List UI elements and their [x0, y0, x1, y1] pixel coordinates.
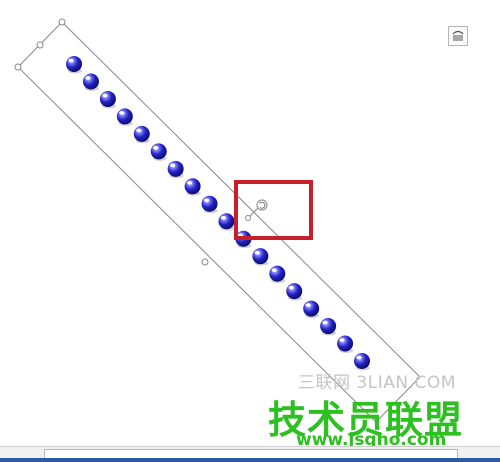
selection-handles[interactable]: [14, 18, 209, 266]
bead: [218, 213, 235, 231]
layout-options-icon: [452, 30, 464, 41]
bead: [66, 56, 82, 74]
bead-line-shape[interactable]: [66, 56, 370, 371]
resize-handle-corner-tr[interactable]: [58, 18, 66, 26]
resize-handle-top[interactable]: [36, 41, 44, 49]
bead: [116, 108, 133, 126]
bead: [252, 248, 269, 266]
bead: [184, 178, 201, 196]
bead: [320, 318, 337, 336]
resize-handle-left[interactable]: [201, 258, 209, 266]
bead: [133, 125, 150, 144]
bead: [167, 160, 184, 179]
bead: [150, 143, 167, 161]
bead: [82, 73, 99, 91]
bead: [269, 265, 286, 284]
resize-handle-corner-tl[interactable]: [14, 63, 22, 71]
status-bar-strip: [0, 458, 500, 462]
bead: [286, 283, 303, 301]
rotate-handle-icon[interactable]: [245, 199, 268, 221]
bead: [303, 300, 320, 319]
bead: [99, 90, 116, 109]
bead: [337, 335, 354, 354]
bead: [201, 195, 218, 214]
layout-options-button[interactable]: [448, 26, 468, 46]
highlight-box: [234, 180, 313, 240]
